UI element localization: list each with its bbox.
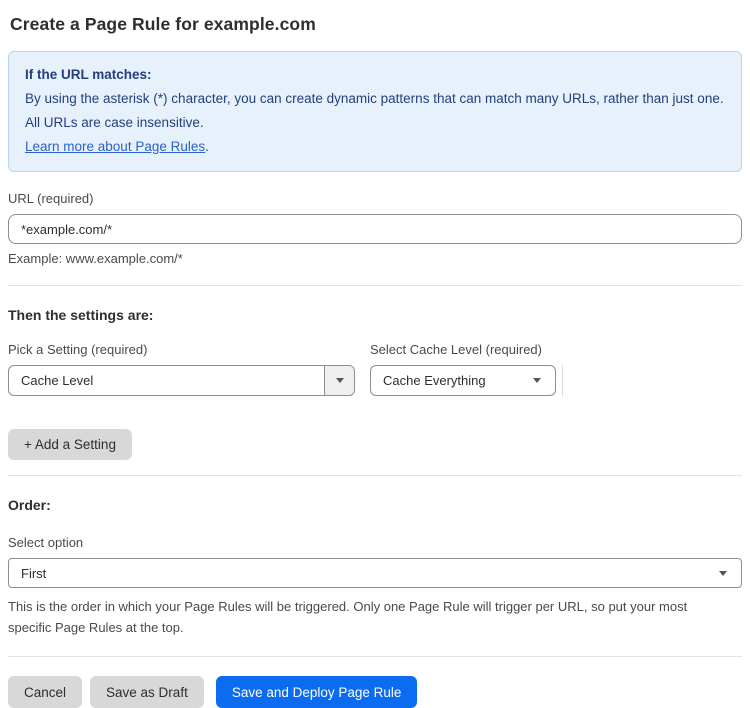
url-helper-text: Example: www.example.com/* [8,251,183,266]
pick-setting-select[interactable]: Cache Level [8,365,355,396]
save-deploy-button[interactable]: Save and Deploy Page Rule [215,676,418,708]
order-helper-text: This is the order in which your Page Rul… [8,599,688,635]
divider [8,656,742,657]
url-input[interactable] [8,214,742,244]
order-select-value: First [21,565,47,581]
cache-level-value: Cache Everything [383,373,486,388]
cache-level-group: Select Cache Level (required) Cache Ever… [370,323,563,396]
url-label: URL (required) [8,191,94,206]
pick-setting-label: Pick a Setting (required) [8,342,148,357]
learn-more-link[interactable]: Learn more about Page Rules [25,139,205,154]
chevron-down-icon [335,378,344,383]
page-title: Create a Page Rule for example.com [10,14,316,34]
link-suffix: . [205,139,209,154]
chevron-down-icon [533,378,541,383]
pick-setting-group: Pick a Setting (required) Cache Level [8,323,355,396]
divider [8,475,742,476]
cache-level-label: Select Cache Level (required) [370,342,542,357]
url-match-info-box: If the URL matches: By using the asteris… [8,51,742,172]
info-box-link-line: Learn more about Page Rules. [25,135,725,159]
divider [8,285,742,286]
pick-setting-value: Cache Level [21,373,94,388]
order-select[interactable]: First [8,558,742,588]
settings-heading: Then the settings are: [8,307,154,323]
info-box-body: By using the asterisk (*) character, you… [25,91,724,130]
add-setting-button[interactable]: + Add a Setting [8,429,132,460]
order-heading: Order: [8,497,51,513]
order-select-label: Select option [8,535,84,550]
setting-divider [562,365,563,396]
footer-actions: Cancel Save as Draft Save and Deploy Pag… [8,676,742,708]
save-draft-button[interactable]: Save as Draft [90,676,204,708]
cache-level-select[interactable]: Cache Everything [370,365,556,396]
chevron-down-icon [719,570,727,576]
cache-level-wrap: Cache Everything [370,365,563,396]
dropdown-arrow-button [324,366,354,395]
info-box-heading: If the URL matches: [25,67,152,82]
page-rule-form: Create a Page Rule for example.com If th… [0,14,750,708]
settings-row: Pick a Setting (required) Cache Level Se… [8,323,742,396]
cancel-button[interactable]: Cancel [8,676,83,708]
